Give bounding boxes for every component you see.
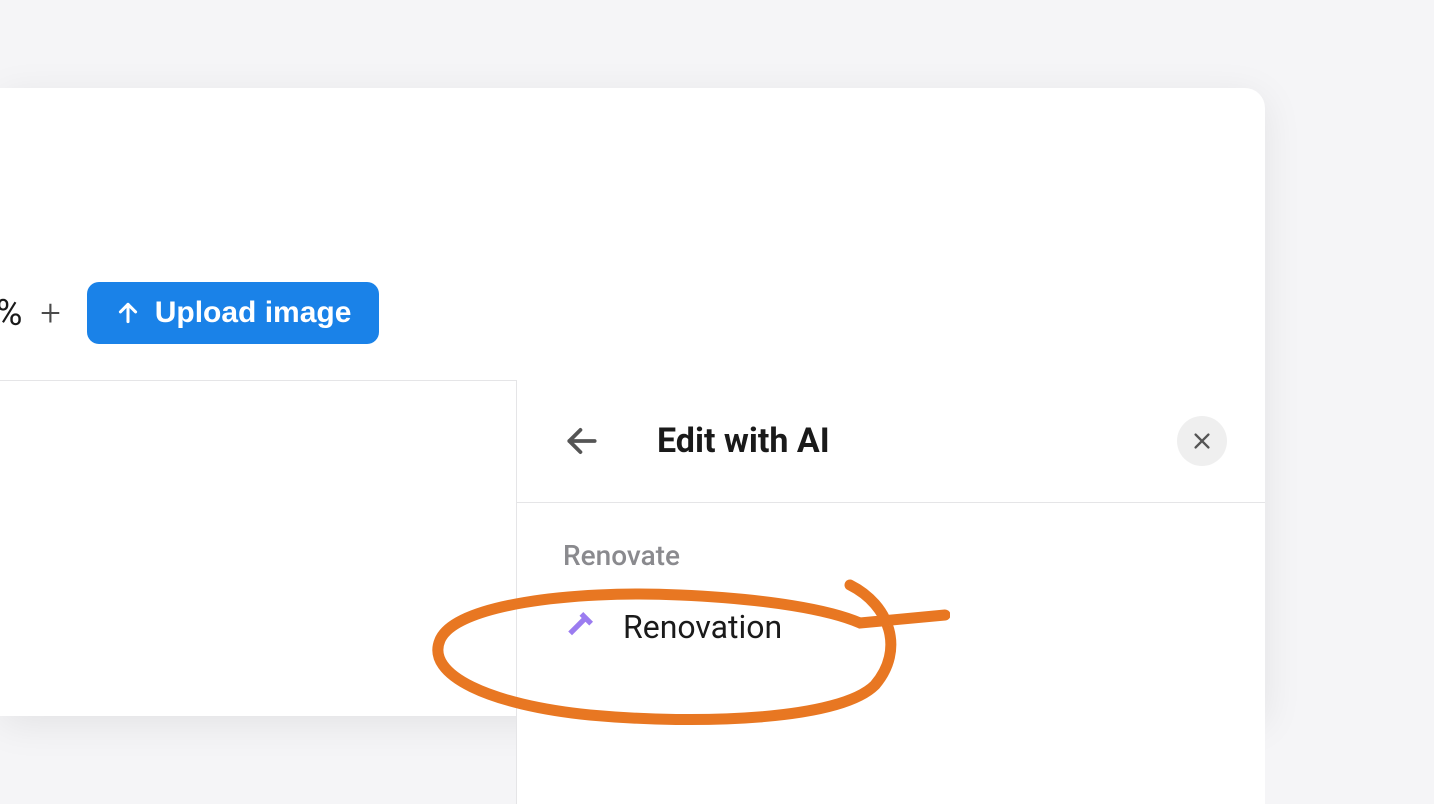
app-window: % + Upload image Edit wit (0, 88, 1265, 716)
ai-panel-title: Edit with AI (657, 421, 1177, 461)
menu-item-label: Renovation (623, 608, 782, 646)
upload-button-label: Upload image (155, 296, 352, 330)
ai-panel-header: Edit with AI (517, 380, 1265, 503)
upload-arrow-icon (115, 300, 141, 326)
zoom-percent-fragment: % (0, 292, 22, 334)
menu-item-renovation[interactable]: Renovation (563, 604, 1219, 650)
toolbar: % + Upload image (0, 278, 1265, 348)
zoom-in-icon[interactable]: + (40, 292, 60, 334)
upload-image-button[interactable]: Upload image (87, 282, 380, 344)
hammer-icon (563, 609, 599, 645)
ai-panel-body: Renovate Renovation (517, 503, 1265, 686)
close-button[interactable] (1177, 416, 1227, 466)
edit-with-ai-panel: Edit with AI Renovate Renovation (516, 380, 1265, 804)
toolbar-left-group: % + Upload image (0, 282, 379, 344)
section-label-renovate: Renovate (563, 539, 1219, 572)
back-arrow-icon[interactable] (563, 422, 601, 460)
